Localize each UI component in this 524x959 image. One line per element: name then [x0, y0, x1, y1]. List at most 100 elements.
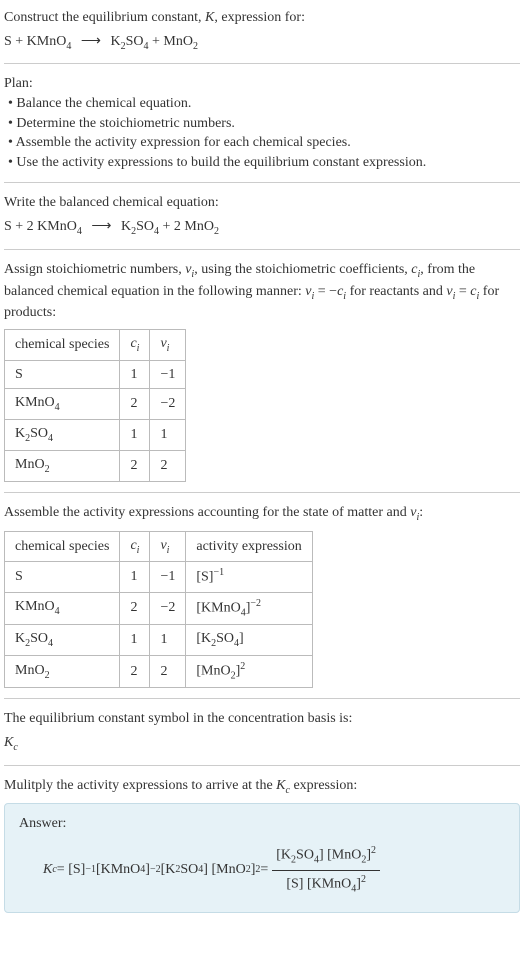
th-species: chemical species — [5, 531, 120, 562]
table-row: K2SO4 1 1 — [5, 420, 186, 451]
sup: 2 — [361, 874, 366, 885]
table-row: S 1 −1 [S]−1 — [5, 562, 313, 592]
divider — [4, 698, 520, 699]
sp: S — [15, 367, 23, 382]
sp: MnO — [15, 457, 45, 472]
stoich-section: Assign stoichiometric numbers, νi, using… — [4, 260, 520, 482]
table-header-row: chemical species ci νi — [5, 329, 186, 360]
eq: = − — [314, 284, 337, 299]
sub: 2 — [45, 669, 50, 680]
multiply-text: Mulitply the activity expressions to arr… — [4, 776, 520, 798]
cell-species: KMnO4 — [5, 389, 120, 420]
K: K — [276, 778, 285, 793]
intro-text1b: , expression for: — [214, 10, 305, 25]
eq-so: SO — [126, 34, 144, 49]
activity-section: Assemble the activity expressions accoun… — [4, 503, 520, 689]
eq2: = — [260, 860, 268, 880]
table-header-row: chemical species ci νi activity expressi… — [5, 531, 313, 562]
divider — [4, 249, 520, 250]
divider — [4, 182, 520, 183]
sp: MnO — [15, 663, 45, 678]
divider — [4, 492, 520, 493]
answer-box: Answer: Kc = [S]−1 [KMnO4]−2 [K2SO4] [Mn… — [4, 803, 520, 913]
intro-section: Construct the equilibrium constant, K, e… — [4, 8, 520, 53]
sup: 2 — [371, 845, 376, 856]
th-activity: activity expression — [186, 531, 312, 562]
sup: −2 — [250, 598, 261, 609]
table-row: MnO2 2 2 [MnO2]2 — [5, 655, 313, 687]
sp2: [K — [161, 860, 176, 880]
sub: 2 — [45, 464, 50, 475]
cell-nu: −2 — [150, 389, 186, 420]
answer-label: Answer: — [19, 814, 505, 834]
cell-nu: 1 — [150, 625, 186, 656]
cell-species: K2SO4 — [5, 420, 120, 451]
sub: 4 — [77, 226, 82, 237]
cell-c: 2 — [120, 655, 150, 687]
activity-table: chemical species ci νi activity expressi… — [4, 531, 313, 689]
th-ci: ci — [120, 329, 150, 360]
cell-c: 1 — [120, 562, 150, 592]
sub: 4 — [55, 606, 60, 617]
cell-c: 1 — [120, 420, 150, 451]
cell-c: 1 — [120, 360, 150, 389]
sub-i: i — [167, 343, 170, 354]
th-ci: ci — [120, 531, 150, 562]
sp2: SO — [30, 426, 48, 441]
bal-left: S + 2 KMnO — [4, 219, 77, 234]
cell-nu: 2 — [150, 655, 186, 687]
sub-c: c — [13, 742, 17, 753]
stoich-t1: Assign stoichiometric numbers, — [4, 262, 185, 277]
act: [KMnO — [196, 600, 240, 615]
sub: 2 — [193, 40, 198, 51]
plan-bullet-3: • Assemble the activity expression for e… — [4, 133, 520, 153]
bal-so: SO — [136, 219, 154, 234]
stoich-text: Assign stoichiometric numbers, νi, using… — [4, 260, 520, 323]
sup: −1 — [213, 567, 224, 578]
cell-species: KMnO4 — [5, 592, 120, 624]
eq: = [S] — [57, 860, 86, 880]
act: [S] — [196, 570, 213, 585]
eq: = — [455, 284, 470, 299]
sub: 2 — [214, 226, 219, 237]
table-row: K2SO4 1 1 [K2SO4] — [5, 625, 313, 656]
divider — [4, 765, 520, 766]
multiply-section: Mulitply the activity expressions to arr… — [4, 776, 520, 913]
th-nui: νi — [150, 329, 186, 360]
balanced-section: Write the balanced chemical equation: S … — [4, 193, 520, 238]
colon: : — [419, 505, 423, 520]
d1: [S] [KMnO — [286, 876, 351, 891]
assemble-t: Assemble the activity expressions accoun… — [4, 505, 410, 520]
cell-species: S — [5, 360, 120, 389]
unbalanced-equation: S + KMnO4 ⟶ K2SO4 + MnO2 — [4, 32, 520, 54]
kc-symbol: Kc — [4, 733, 520, 755]
n1: [K — [276, 848, 291, 863]
plan-section: Plan: • Balance the chemical equation. •… — [4, 74, 520, 172]
cell-species: K2SO4 — [5, 625, 120, 656]
numerator: [K2SO4] [MnO2]2 — [272, 844, 380, 870]
sp: KMnO — [15, 395, 55, 410]
sup: 2 — [240, 661, 245, 672]
cell-activity: [S]−1 — [186, 562, 312, 592]
eq-k: K — [110, 34, 120, 49]
sp2: SO — [30, 631, 48, 646]
balanced-equation: S + 2 KMnO4 ⟶ K2SO4 + 2 MnO2 — [4, 217, 520, 239]
mult-t1: Mulitply the activity expressions to arr… — [4, 778, 276, 793]
plan-bullet-2: • Determine the stoichiometric numbers. — [4, 114, 520, 134]
cell-c: 2 — [120, 450, 150, 481]
cell-c: 1 — [120, 625, 150, 656]
Kc: K — [43, 860, 52, 880]
sub: 4 — [55, 402, 60, 413]
act: [K — [196, 631, 211, 646]
plan-heading: Plan: — [4, 74, 520, 94]
cell-nu: 2 — [150, 450, 186, 481]
cell-activity: [MnO2]2 — [186, 655, 312, 687]
close: ] — [239, 631, 244, 646]
kc-text: The equilibrium constant symbol in the c… — [4, 709, 520, 729]
cell-species: S — [5, 562, 120, 592]
divider — [4, 63, 520, 64]
eq-plus: + MnO — [148, 34, 192, 49]
cell-species: MnO2 — [5, 655, 120, 687]
stoich-t4: for reactants and — [346, 284, 446, 299]
SO: SO — [180, 860, 198, 880]
